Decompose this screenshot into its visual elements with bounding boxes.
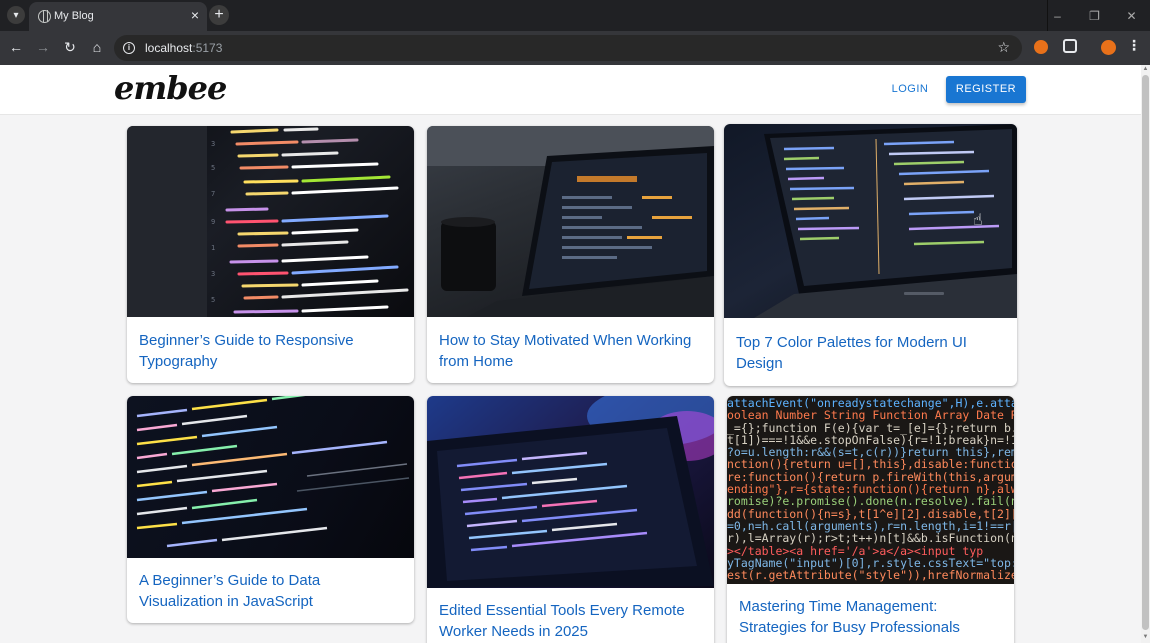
code-line: oolean Number String Function Array Date…	[727, 408, 1014, 423]
new-tab-button[interactable]: +	[209, 5, 229, 25]
code-line: nction(){return u=[],this},disable:funct…	[727, 457, 1014, 472]
puzzle-icon[interactable]	[1063, 39, 1077, 53]
login-button[interactable]: LOGIN	[881, 77, 939, 102]
browser-tab[interactable]: My Blog ×	[29, 2, 207, 31]
profile-icon[interactable]	[1101, 40, 1116, 55]
laptop-neon-illustration	[427, 396, 714, 588]
register-button[interactable]: REGISTER	[946, 76, 1026, 103]
post-image: attachEvent("onreadystatechange",H),e.at…	[727, 396, 1014, 584]
page-scrollbar[interactable]: ▲ ▼	[1141, 65, 1150, 643]
post-title[interactable]: Edited Essential Tools Every Remote Work…	[439, 600, 704, 642]
globe-icon	[38, 10, 51, 23]
site-header: embee LOGIN REGISTER	[0, 65, 1141, 115]
svg-text:5: 5	[211, 296, 215, 304]
post-title[interactable]: Beginner’s Guide to Responsive Typograph…	[139, 330, 404, 372]
svg-text:1: 1	[211, 244, 215, 252]
svg-text:9: 9	[211, 218, 215, 226]
url-text: localhost:5173	[145, 41, 222, 55]
scroll-up-icon[interactable]: ▲	[1142, 66, 1149, 74]
extension-icon[interactable]	[1034, 40, 1048, 54]
svg-text:3: 3	[211, 140, 215, 148]
close-tab-icon[interactable]: ×	[191, 8, 199, 23]
code-line: ></table><a href='/a'>a</a><input typ	[727, 543, 984, 558]
post-title[interactable]: A Beginner’s Guide to Data Visualization…	[139, 570, 404, 612]
post-card[interactable]: Edited Essential Tools Every Remote Work…	[427, 396, 714, 643]
close-window-icon[interactable]: ✕	[1113, 0, 1150, 31]
tab-search-icon[interactable]: ▾	[7, 6, 25, 24]
code-line: romise)?e.promise().done(n.resolve).fail…	[727, 494, 1014, 509]
post-title[interactable]: Top 7 Color Palettes for Modern UI Desig…	[736, 332, 1007, 374]
post-card[interactable]: attachEvent("onreadystatechange",H),e.at…	[727, 396, 1014, 643]
restore-icon[interactable]: ❐	[1076, 0, 1113, 31]
post-title[interactable]: Mastering Time Management: Strategies fo…	[739, 596, 1004, 638]
laptop-illustration	[427, 126, 714, 317]
svg-text:5: 5	[211, 164, 215, 172]
menu-icon[interactable]: ⋮	[1127, 37, 1141, 54]
url-host: localhost	[145, 41, 193, 55]
post-image: 3 5 7 9 1 3 5	[127, 126, 414, 317]
bookmark-star-icon[interactable]: ☆	[997, 39, 1010, 56]
post-image	[427, 126, 714, 317]
window-controls: – ❐ ✕	[1039, 0, 1150, 31]
page-viewport: embee LOGIN REGISTER 3 5 7 9 1 3 5 Begin…	[0, 65, 1141, 643]
post-title[interactable]: How to Stay Motivated When Working from …	[439, 330, 704, 372]
reload-icon[interactable]: ↻	[60, 37, 80, 57]
site-info-icon[interactable]: i	[123, 42, 135, 54]
browser-tab-strip: ▾ My Blog × + – ❐ ✕	[0, 0, 1150, 31]
post-image: ☝	[724, 124, 1017, 318]
scroll-down-icon[interactable]: ▼	[1142, 634, 1149, 642]
post-card[interactable]: ☝ Top 7 Color Palettes for Modern UI Des…	[724, 124, 1017, 386]
post-card[interactable]: How to Stay Motivated When Working from …	[427, 126, 714, 383]
post-card[interactable]: 3 5 7 9 1 3 5 Beginner’s Guide to Responsive T…	[127, 126, 414, 383]
back-icon[interactable]: ←	[6, 37, 26, 57]
site-logo[interactable]: embee	[114, 69, 227, 107]
hand-cursor-icon: ☝	[973, 212, 983, 229]
code-line: r),l=Array(r);r>t;t++)n[t]&&b.isFunction…	[727, 531, 1014, 546]
post-image	[427, 396, 714, 588]
home-icon[interactable]: ⌂	[87, 37, 107, 57]
forward-icon[interactable]: →	[33, 37, 53, 57]
url-port: :5173	[192, 41, 223, 55]
minimize-icon[interactable]: –	[1039, 0, 1076, 31]
post-image	[127, 396, 414, 558]
browser-toolbar: ← → ↻ ⌂ i localhost:5173 ☆ ⋮	[0, 31, 1150, 65]
tab-title: My Blog	[54, 10, 94, 22]
address-bar[interactable]: i localhost:5173 ☆	[114, 35, 1022, 61]
svg-text:7: 7	[211, 190, 215, 198]
code-screen-illustration: 3 5 7 9 1 3 5	[127, 126, 409, 317]
code-line: est(r.getAttribute("style")),hrefNormali…	[727, 568, 1014, 583]
post-card[interactable]: A Beginner’s Guide to Data Visualization…	[127, 396, 414, 623]
code-listing: attachEvent("onreadystatechange",H),e.at…	[727, 397, 1014, 583]
scrollbar-thumb[interactable]	[1142, 75, 1149, 630]
code-screen-illustration	[136, 396, 410, 548]
svg-text:3: 3	[211, 270, 215, 278]
